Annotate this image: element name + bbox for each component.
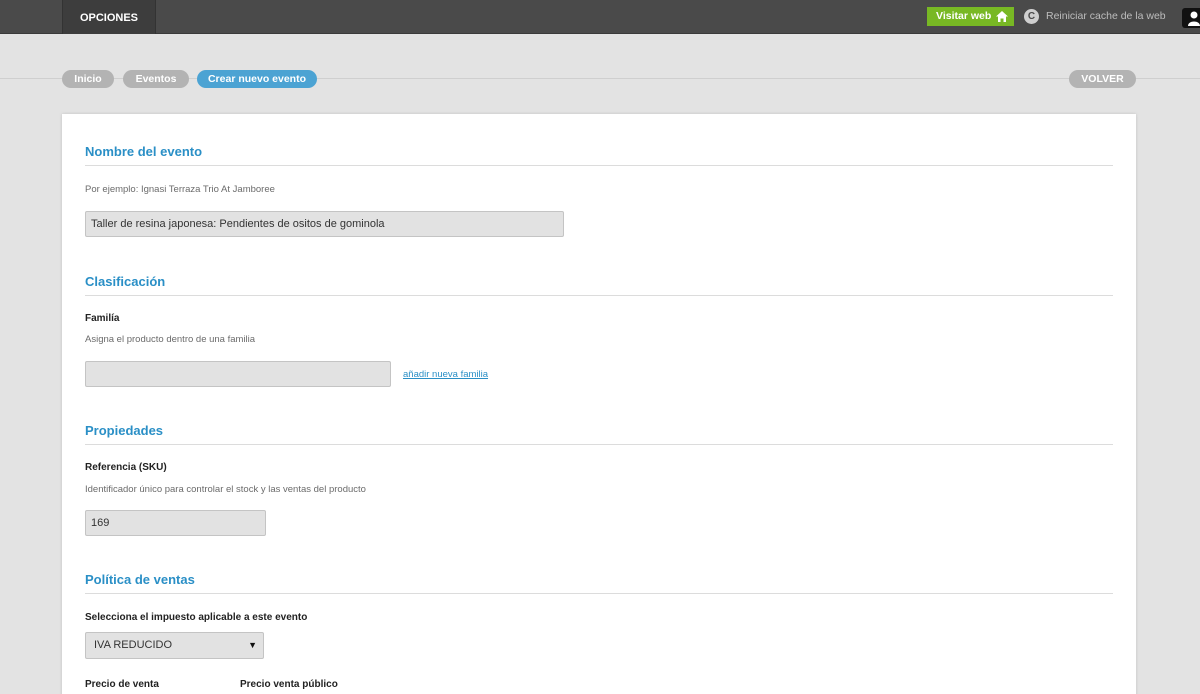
sku-hint: Identificador único para controlar el st… [85, 484, 366, 495]
section-title-properties: Propiedades [85, 423, 164, 438]
price-label: Precio de venta [85, 679, 159, 690]
section-title-sales-policy: Política de ventas [85, 572, 195, 587]
home-icon [996, 11, 1008, 22]
reset-cache-label: Reiniciar cache de la web [1046, 10, 1166, 22]
event-name-input[interactable]: Taller de resina japonesa: Pendientes de… [85, 211, 564, 237]
name-hint: Por ejemplo: Ignasi Terraza Trio At Jamb… [85, 184, 275, 195]
section-title-classification: Clasificación [85, 274, 166, 289]
sku-input[interactable]: 169 [85, 510, 266, 536]
refresh-icon: C [1024, 9, 1039, 24]
section-divider [85, 593, 1113, 594]
tax-select-value: IVA REDUCIDO [94, 639, 173, 651]
section-title-name: Nombre del evento [85, 144, 203, 159]
breadcrumb-inicio[interactable]: Inicio [62, 70, 114, 88]
top-bar: OPCIONES Visitar web C Reiniciar cache d… [0, 0, 1200, 34]
back-button[interactable]: VOLVER [1069, 70, 1136, 88]
tax-select[interactable]: IVA REDUCIDO ▼ [85, 632, 264, 659]
user-icon [1188, 11, 1200, 26]
tax-label: Selecciona el impuesto aplicable a este … [85, 612, 308, 623]
add-family-link[interactable]: añadir nueva familia [403, 369, 488, 380]
section-divider [85, 444, 1113, 445]
breadcrumb-eventos[interactable]: Eventos [123, 70, 189, 88]
breadcrumb-crear-nuevo-evento[interactable]: Crear nuevo evento [197, 70, 317, 88]
tab-opciones[interactable]: OPCIONES [62, 0, 156, 34]
family-label: Familía [85, 313, 120, 324]
family-hint: Asigna el producto dentro de una familia [85, 334, 256, 345]
sku-label: Referencia (SKU) [85, 462, 167, 473]
section-divider [85, 165, 1113, 166]
visit-web-label: Visitar web [936, 10, 992, 22]
visit-web-button[interactable]: Visitar web [927, 7, 1014, 26]
public-price-label: Precio venta público [240, 679, 338, 690]
chevron-down-icon: ▼ [248, 640, 257, 650]
user-menu-button[interactable] [1182, 8, 1200, 28]
family-input[interactable] [85, 361, 391, 387]
section-divider [85, 295, 1113, 296]
event-form-card: Nombre del evento Por ejemplo: Ignasi Te… [62, 114, 1136, 694]
